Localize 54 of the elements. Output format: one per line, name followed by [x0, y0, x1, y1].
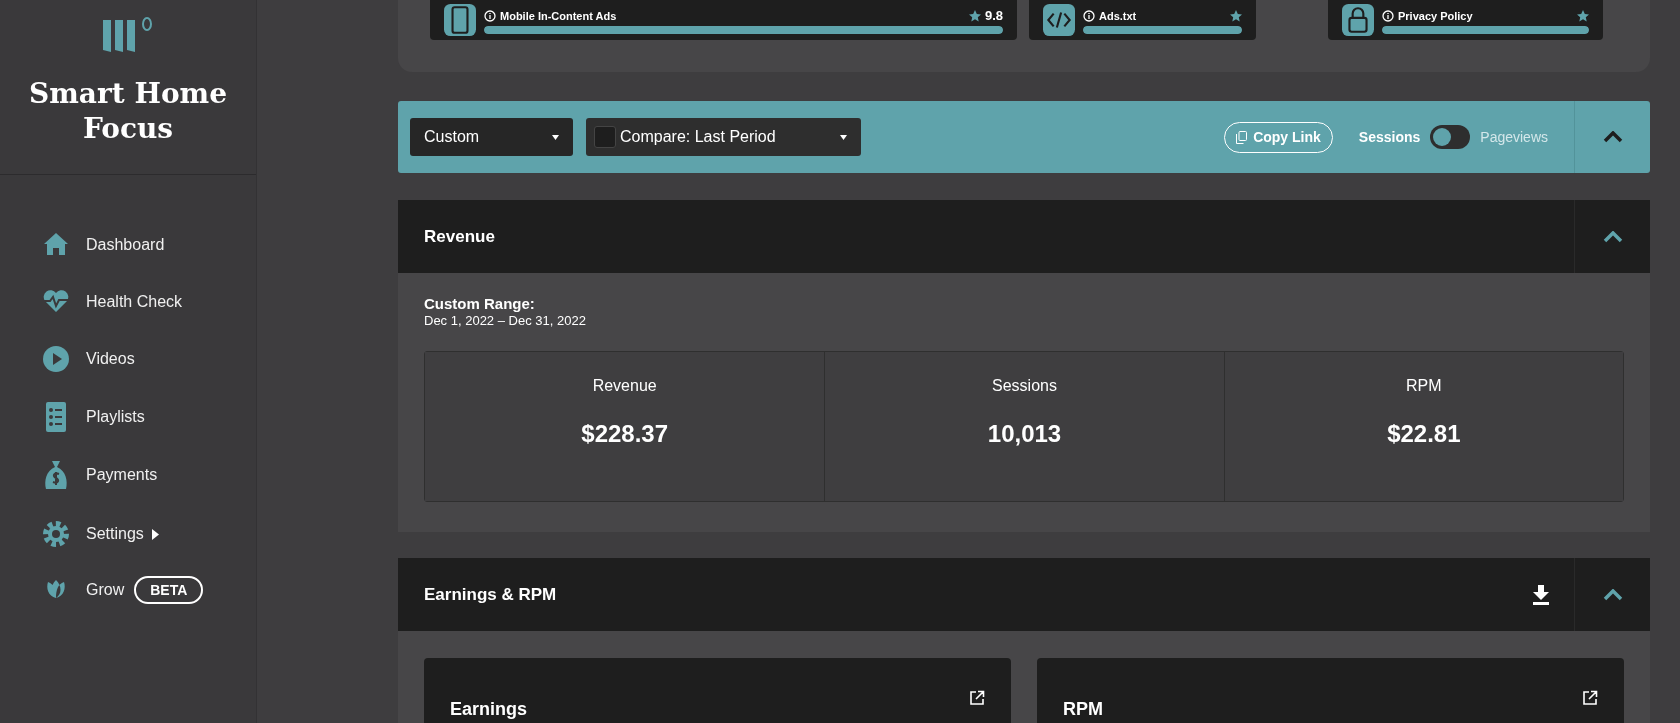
stat-label: Revenue: [592, 376, 657, 396]
info-icon: [484, 10, 496, 22]
star-icon: [968, 10, 981, 22]
info-icon: [1083, 10, 1095, 22]
download-button[interactable]: [1532, 584, 1550, 605]
gear-icon: [42, 520, 70, 548]
beta-badge: BETA: [134, 576, 204, 604]
external-link-icon: [969, 690, 985, 706]
star-icon: [1577, 10, 1589, 22]
nav-link[interactable]: Dashboard: [86, 233, 165, 257]
metric-toggle[interactable]: [1430, 125, 1471, 149]
money-bag-icon: [42, 461, 70, 489]
chevron-icon: [1602, 230, 1623, 243]
logo-icon: [101, 16, 155, 54]
info-icon: [1382, 10, 1394, 22]
date-range-select[interactable]: Custom: [410, 118, 573, 156]
stat-label: RPM: [1406, 376, 1442, 396]
card-title: Earnings: [450, 698, 528, 721]
stat-label: Sessions: [992, 376, 1057, 396]
nav-link[interactable]: Health Check: [86, 290, 183, 314]
card-title: RPM: [1063, 698, 1103, 721]
open-external-button[interactable]: [1582, 690, 1598, 706]
panel-title: Revenue: [424, 225, 495, 248]
range-label: Custom Range:: [424, 295, 536, 313]
caret-down-icon: [552, 134, 559, 140]
nav-link[interactable]: Payments: [86, 463, 158, 487]
chevron-icon: [1602, 588, 1623, 601]
card-title: Mobile In-Content Ads: [500, 10, 617, 22]
stat-value: 10,013: [987, 419, 1062, 449]
stat-value: $228.37: [581, 419, 669, 449]
nav-link[interactable]: Settings: [86, 522, 144, 546]
download-icon: [1532, 584, 1550, 605]
lock-icon: [1342, 4, 1374, 36]
caret-down-icon: [840, 134, 847, 140]
panel-title: Earnings & RPM: [424, 583, 557, 606]
caret-right-icon: [151, 528, 159, 540]
compare-checkbox[interactable]: [594, 126, 616, 148]
date-range-text: Dec 1, 2022 – Dec 31, 2022: [424, 313, 587, 329]
nav-link[interactable]: Grow: [86, 578, 125, 602]
code-icon: [1043, 4, 1075, 36]
open-external-button[interactable]: [969, 690, 985, 706]
card-title: Ads.txt: [1099, 10, 1137, 22]
nav-link[interactable]: Videos: [86, 347, 135, 371]
chevron-icon: [1602, 131, 1623, 143]
score-value: 9.8: [984, 10, 1003, 22]
brand-title: Smart Home Focus: [28, 76, 228, 146]
card-title: Privacy Policy: [1398, 10, 1473, 22]
phone-icon: [444, 4, 476, 36]
play-icon: [42, 345, 70, 373]
external-link-icon: [1582, 690, 1598, 706]
star-icon: [1230, 10, 1242, 22]
stat-value: $22.81: [1387, 419, 1461, 449]
nav-link[interactable]: Playlists: [86, 405, 145, 429]
copy-icon: [1236, 130, 1248, 144]
